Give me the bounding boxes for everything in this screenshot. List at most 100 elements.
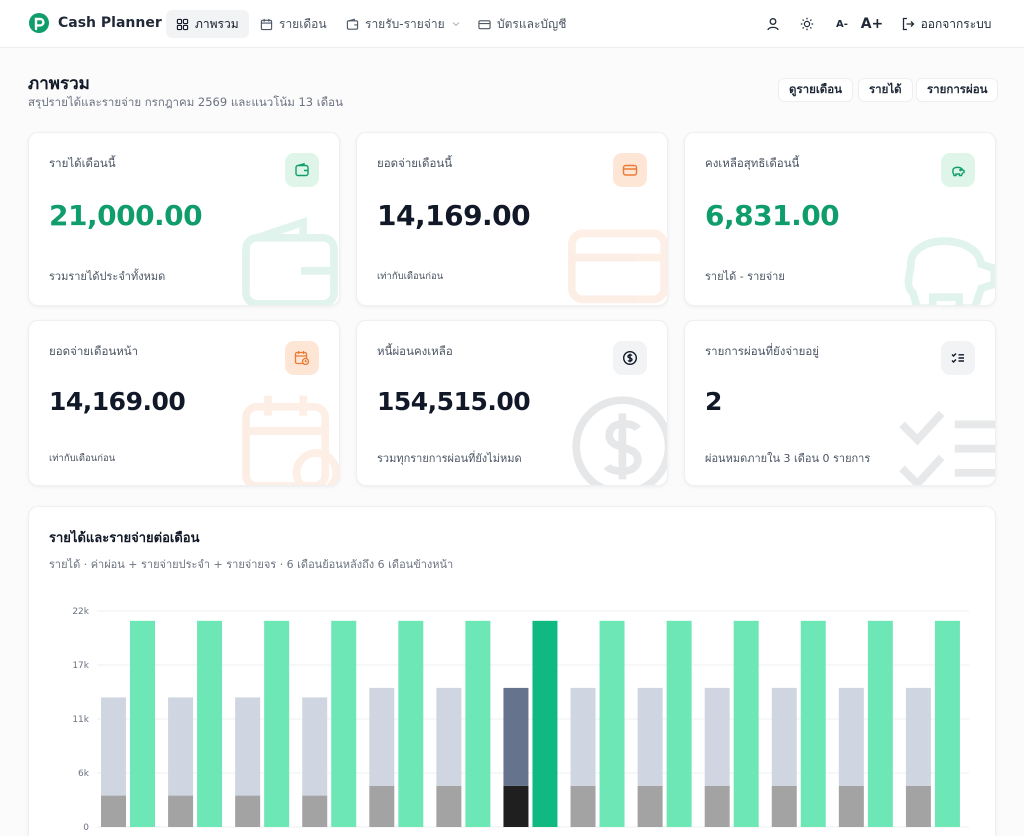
bar-other-expense: [235, 697, 261, 796]
bar-other-expense: [369, 687, 395, 786]
credit-card-icon: [613, 153, 647, 187]
bar-income: [733, 620, 759, 827]
card-foot: รวมรายได้ประจำทั้งหมด: [49, 270, 166, 283]
bar-installment: [101, 795, 126, 827]
credit-card-watermark-icon: [567, 229, 667, 304]
card-foot: รวมทุกรายการผ่อนที่ยังไม่หมด: [377, 452, 522, 465]
card-value: 14,169.00: [377, 199, 531, 232]
bar-other-expense: [168, 697, 194, 796]
card-label: คงเหลือสุทธิเดือนนี้: [705, 156, 800, 170]
wallet-watermark-icon: [242, 217, 338, 305]
y-tick-label: 6k: [78, 769, 90, 779]
bar-other-expense: [905, 687, 931, 786]
nav-item-overview[interactable]: ภาพรวม: [166, 10, 249, 38]
card-expense-next-month[interactable]: ยอดจ่ายเดือนหน้า 14,169.00 เท่ากับเดือนก…: [28, 320, 340, 486]
bar-other-expense: [704, 687, 730, 786]
bar-installment: [771, 785, 797, 827]
card-label: หนี้ผ่อนคงเหลือ: [377, 344, 453, 358]
card-active-installments[interactable]: รายการผ่อนที่ยังจ่ายอยู่ 2 ผ่อนหมดภายใน …: [684, 320, 996, 486]
calendar-clock-icon: [285, 341, 319, 375]
card-expense-this-month[interactable]: ยอดจ่ายเดือนนี้ 14,169.00 เท่ากับเดือนก่…: [356, 132, 668, 306]
card-income-this-month[interactable]: รายได้เดือนนี้ 21,000.00 รวมรายได้ประจำท…: [28, 132, 340, 306]
card-label: ยอดจ่ายเดือนนี้: [377, 156, 453, 170]
card-foot: ผ่อนหมดภายใน 3 เดือน 0 รายการ: [705, 452, 871, 465]
bar-installment: [168, 795, 194, 827]
wallet-icon: [285, 153, 319, 187]
bar-installment: [838, 785, 864, 827]
card-net-this-month[interactable]: คงเหลือสุทธิเดือนนี้ 6,831.00 รายได้ - ร…: [684, 132, 996, 306]
nav-item-cards-accounts[interactable]: บัตรและบัญชี: [468, 10, 576, 38]
bar-other-expense: [637, 687, 663, 786]
bar-income: [532, 620, 558, 827]
bar-other-expense: [570, 687, 596, 786]
bar-income: [666, 620, 692, 827]
bar-installment: [570, 785, 596, 827]
nav-item-label: ภาพรวม: [195, 16, 239, 31]
bar-chart: 0 6k 11k 17k 22k: [72, 607, 969, 833]
bar-other-expense: [503, 687, 529, 786]
bar-installment: [503, 785, 529, 827]
bar-income: [800, 620, 826, 827]
nav-item-income-expense[interactable]: รายรับ-รายจ่าย: [336, 10, 471, 38]
theme-toggle-button[interactable]: [794, 10, 820, 38]
nav-item-label: รายเดือน: [279, 16, 327, 31]
piggy-bank-icon: [941, 153, 975, 187]
card-label: ยอดจ่ายเดือนหน้า: [49, 344, 139, 358]
card-value: 6,831.00: [705, 199, 840, 232]
nav-item-label: บัตรและบัญชี: [497, 16, 567, 31]
page-title: ภาพรวม: [28, 74, 90, 94]
chevron-down-icon: [452, 22, 459, 27]
bar-installment: [235, 795, 261, 827]
bar-installment: [302, 795, 328, 827]
bar-income: [130, 620, 155, 827]
bar-income: [934, 620, 960, 827]
card-installment-debt[interactable]: หนี้ผ่อนคงเหลือ 154,515.00 รวมทุกรายการผ…: [356, 320, 668, 486]
nav-item-label: รายรับ-รายจ่าย: [365, 16, 445, 31]
card-label: รายได้เดือนนี้: [49, 156, 116, 170]
logout-button[interactable]: ออกจากระบบ: [896, 10, 996, 38]
income-expense-chart-card: รายได้และรายจ่ายต่อเดือน รายได้ · ค่าผ่อ…: [28, 506, 996, 836]
bar-income: [599, 620, 625, 827]
top-nav: Cash Planner ภาพรวม รายเดือน รายรับ-รายจ…: [0, 0, 1024, 48]
bar-installment: [369, 785, 395, 827]
income-button[interactable]: รายได้: [858, 78, 913, 102]
view-monthly-button[interactable]: ดูรายเดือน: [778, 78, 854, 102]
card-value: 2: [705, 387, 722, 416]
checklist-watermark-icon: [899, 410, 995, 485]
bar-income: [465, 620, 491, 827]
bar-installment: [905, 785, 931, 827]
wallet-icon: [346, 18, 359, 30]
logo-icon: [29, 13, 49, 33]
dollar-circle-icon: [613, 341, 647, 375]
y-tick-label: 0: [83, 823, 89, 833]
bar-income: [867, 620, 893, 827]
logout-label: ออกจากระบบ: [920, 16, 992, 31]
font-larger-button[interactable]: A+: [858, 10, 886, 38]
profile-button[interactable]: [760, 10, 786, 38]
dashboard-icon: [176, 18, 189, 30]
card-icon: [478, 19, 491, 29]
font-smaller-button[interactable]: A-: [830, 10, 854, 38]
bar-installment: [637, 785, 663, 827]
nav-item-monthly[interactable]: รายเดือน: [250, 10, 337, 38]
sun-icon: [800, 17, 814, 31]
checklist-icon: [941, 341, 975, 375]
card-label: รายการผ่อนที่ยังจ่ายอยู่: [705, 344, 819, 358]
card-foot: เท่ากับเดือนก่อน: [49, 453, 116, 464]
bar-installment: [436, 785, 462, 827]
calendar-icon: [260, 18, 273, 30]
bar-income: [197, 620, 223, 827]
card-value: 21,000.00: [49, 199, 203, 232]
app-name: Cash Planner: [58, 15, 162, 31]
page-subtitle: สรุปรายได้และรายจ่าย กรกฎาคม 2569 และแนว…: [28, 95, 343, 109]
user-icon: [767, 18, 779, 31]
card-value: 154,515.00: [377, 387, 531, 416]
logout-icon: [902, 17, 914, 31]
brand[interactable]: Cash Planner: [28, 12, 162, 34]
bar-income: [398, 620, 424, 827]
bar-other-expense: [838, 687, 864, 786]
piggy-bank-watermark-icon: [904, 237, 995, 305]
bar-other-expense: [101, 697, 126, 796]
installments-button[interactable]: รายการผ่อน: [916, 78, 999, 102]
bar-other-expense: [302, 697, 328, 796]
